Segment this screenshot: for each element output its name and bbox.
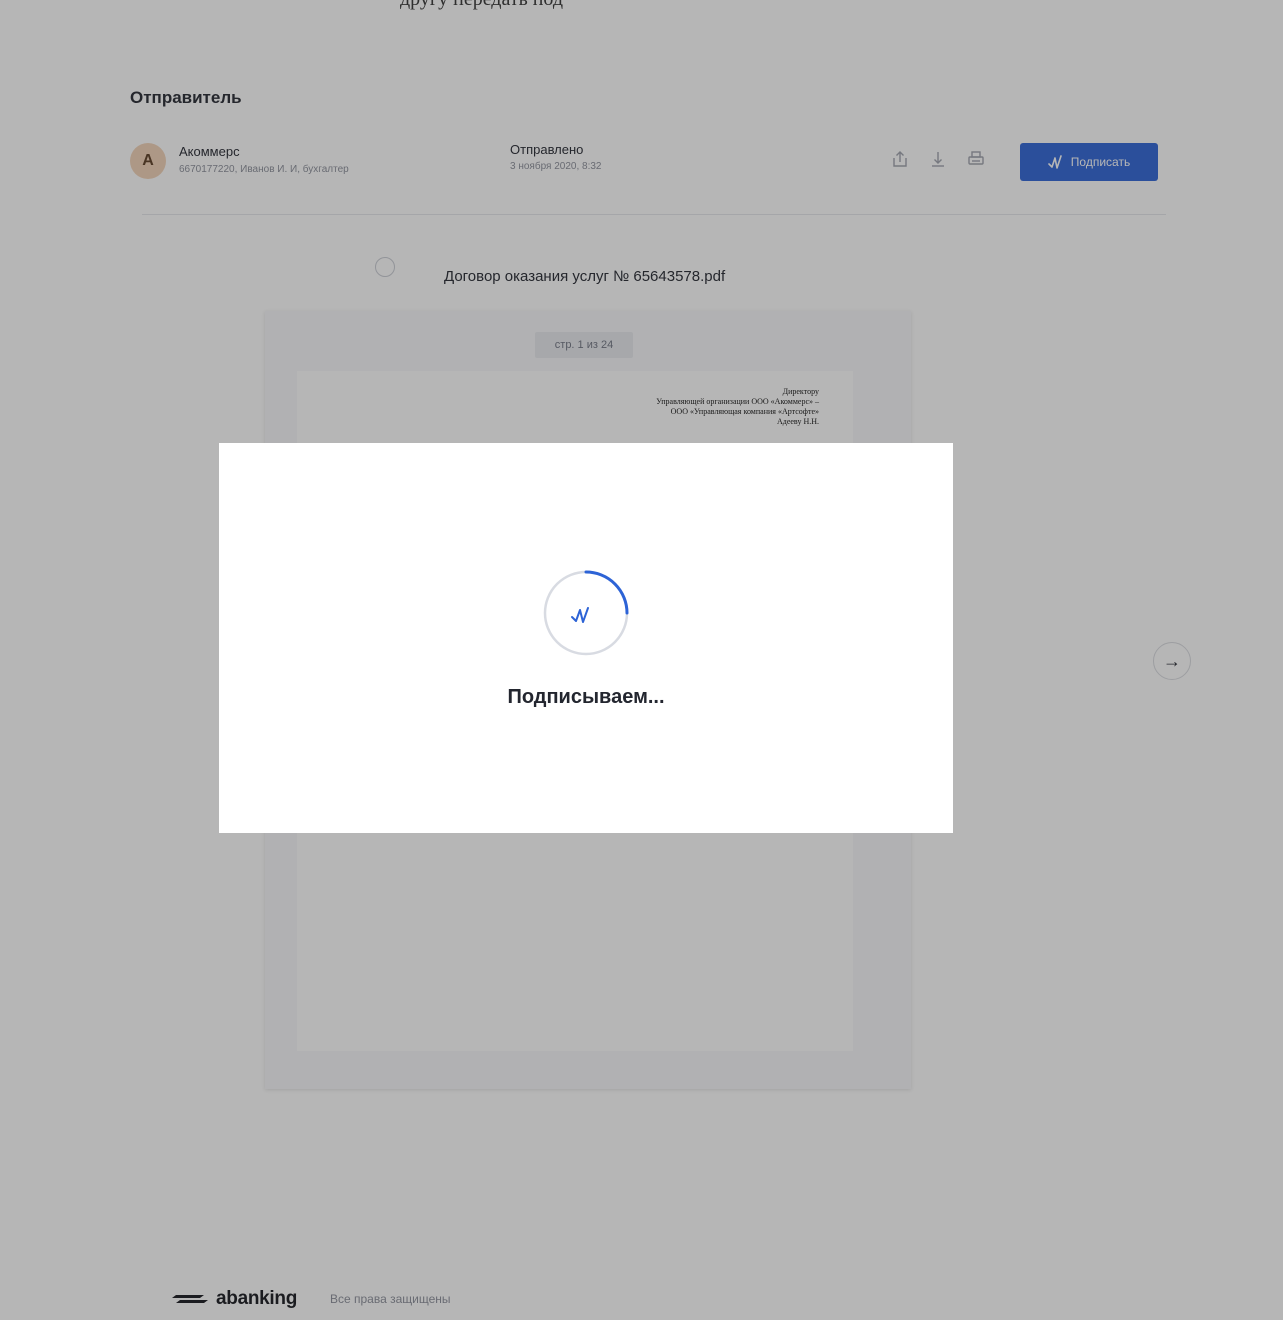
signing-modal: Подписываем...	[219, 443, 953, 833]
modal-status-text: Подписываем...	[507, 686, 665, 708]
spinner-icon	[543, 570, 629, 656]
